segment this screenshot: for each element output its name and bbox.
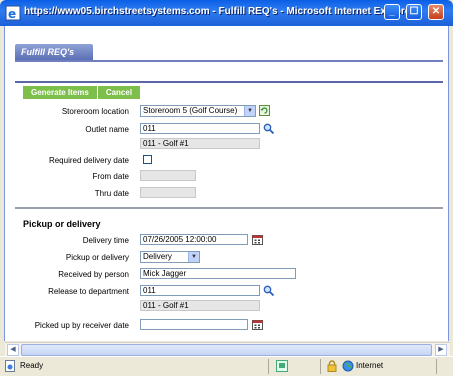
received-by-input[interactable]: Mick Jagger [140, 268, 296, 279]
release-to-department-description: 011 - Golf #1 [140, 300, 260, 311]
minimize-button[interactable]: _ [384, 4, 400, 20]
release-to-department-input[interactable]: 011 [140, 285, 260, 296]
scroll-left-icon[interactable]: ◀ [7, 344, 19, 356]
storeroom-label: Storeroom location [61, 107, 129, 116]
status-bar: Ready Internet [0, 356, 453, 376]
ie-logo-icon: e [5, 5, 21, 21]
close-button[interactable]: ✕ [428, 4, 444, 20]
page-icon [5, 360, 15, 372]
cancel-button[interactable]: Cancel [97, 86, 142, 99]
required-delivery-date-label: Required delivery date [48, 156, 129, 165]
picked-up-date-input[interactable] [140, 319, 248, 330]
storeroom-value: Storeroom 5 (Golf Course) [143, 106, 238, 115]
maximize-button[interactable]: ☐ [406, 4, 422, 20]
delivery-time-label: Delivery time [82, 236, 129, 245]
refresh-icon[interactable] [259, 105, 270, 116]
received-by-label: Received by person [58, 270, 129, 279]
search-icon[interactable] [263, 123, 274, 134]
outlet-description: 011 - Golf #1 [140, 138, 260, 149]
outlet-name-label: Outlet name [85, 125, 129, 134]
window-title: https://www05.birchstreetsystems.com - F… [24, 6, 415, 17]
security-zone-label: Internet [356, 361, 384, 370]
tab-underline [15, 60, 443, 62]
search-icon[interactable] [263, 285, 274, 296]
scroll-right-icon[interactable]: ▶ [435, 344, 447, 356]
browser-content: Fulfill REQ's Generate Items Cancel Stor… [4, 26, 450, 356]
picked-up-date-label: Picked up by receiver date [34, 321, 129, 330]
horizontal-scrollbar[interactable]: ◀ ▶ [5, 342, 450, 356]
status-divider [320, 359, 321, 374]
release-to-department-label: Release to department [48, 287, 129, 296]
thru-date-input[interactable] [140, 187, 196, 198]
header-divider [15, 81, 443, 83]
lock-icon[interactable] [326, 360, 338, 372]
calendar-icon[interactable] [252, 319, 263, 330]
required-delivery-date-checkbox[interactable] [143, 155, 152, 164]
globe-icon [342, 360, 354, 372]
calendar-icon[interactable] [252, 234, 263, 245]
chevron-down-icon: ▼ [244, 106, 255, 116]
status-text: Ready [20, 361, 44, 370]
thru-date-label: Thru date [94, 189, 129, 198]
section-divider [15, 207, 443, 209]
pickup-or-delivery-select[interactable]: Delivery ▼ [140, 251, 200, 263]
outlet-name-input[interactable]: 011 [140, 123, 260, 134]
window-titlebar[interactable]: e https://www05.birchstreetsystems.com -… [0, 0, 453, 26]
popup-blocker-icon[interactable] [276, 360, 288, 372]
storeroom-select[interactable]: Storeroom 5 (Golf Course) ▼ [140, 105, 256, 117]
from-date-input[interactable] [140, 170, 196, 181]
status-divider [268, 359, 269, 374]
svg-text:e: e [8, 7, 16, 21]
from-date-label: From date [92, 172, 129, 181]
pickup-section-title: Pickup or delivery [23, 219, 101, 229]
delivery-time-input[interactable]: 07/26/2005 12:00:00 [140, 234, 248, 245]
page-tab-title: Fulfill REQ's [15, 44, 93, 60]
scrollbar-thumb[interactable] [21, 344, 432, 356]
pickup-or-delivery-label: Pickup or delivery [65, 253, 129, 262]
resize-grip[interactable] [436, 359, 437, 374]
chevron-down-icon: ▼ [188, 252, 199, 262]
pickup-or-delivery-value: Delivery [143, 252, 172, 261]
generate-items-button[interactable]: Generate Items [23, 86, 98, 99]
action-bar: Generate Items Cancel [23, 86, 142, 99]
